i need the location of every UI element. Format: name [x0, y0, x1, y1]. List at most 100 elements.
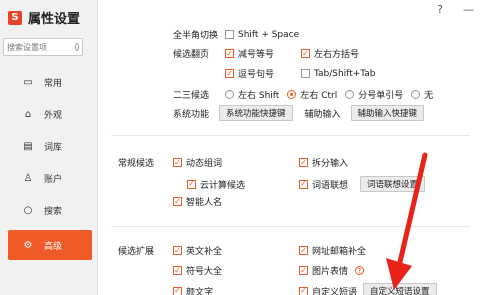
expand-image-emoji[interactable]: ✓ 图片表情 ? [299, 264, 365, 277]
sidebar-item-account[interactable]: ♙ 账户 [0, 162, 98, 194]
sidebar-nav: ▭ 常用 ⌂ 外观 ▤ 词库 ♙ 账户 ○ 搜索 ⚙ 高级 [0, 66, 98, 260]
checkbox-checked[interactable]: ✓ [173, 246, 182, 255]
regular-row-1: ✓ 动态组词 ✓ 拆分输入 [173, 156, 362, 169]
page-opt-comma-period[interactable]: ✓ 逗号句号 [225, 67, 287, 80]
sidebar-item-search[interactable]: ○ 搜索 [0, 194, 98, 226]
checkbox-checked[interactable]: ✓ [301, 49, 310, 58]
regular-word-association[interactable]: ✓ 词语联想 [299, 178, 348, 191]
regular-row-3: ✓ 智能人名 [173, 195, 236, 208]
regular-split-input[interactable]: ✓ 拆分输入 [299, 156, 348, 169]
regular-cloud-candidate[interactable]: ✓ 云计算候选 [187, 178, 285, 191]
checkbox-checked[interactable]: ✓ [299, 286, 308, 295]
checkbox-checked[interactable]: ✓ [299, 158, 308, 167]
expand-row-1: ✓ 英文补全 ✓ 网址邮箱补全 [173, 244, 380, 257]
fullhalf-option[interactable]: Shift + Space [225, 30, 299, 40]
page-opt-tab[interactable]: Tab/Shift+Tab [301, 69, 376, 79]
second-cand-row: 二三候选 左右 Shift 左右 Ctrl 分号单引号 无 [173, 88, 447, 101]
second-cand-label: 二三候选 [173, 91, 210, 101]
second-opt-semicolon[interactable]: 分号单引号 [345, 88, 403, 101]
checkbox-checked[interactable]: ✓ [299, 266, 308, 275]
checkbox-label: 自定义短语 [312, 287, 358, 295]
sidebar-item-common[interactable]: ▭ 常用 [0, 66, 98, 98]
checkbox-checked[interactable]: ✓ [299, 246, 308, 255]
expand-row-3: ✓ 颜文字 ✓ 自定义短语 自定义短语设置 [173, 283, 437, 295]
settings-content: 全半角切换 Shift + Space 候选翻页 ✓ 减号等号 ✓ 左右方括号 … [99, 0, 480, 295]
sogou-logo-icon: S [8, 10, 22, 25]
book-icon: ▤ [23, 140, 33, 152]
page-turn-row: 候选翻页 ✓ 减号等号 ✓ 左右方括号 [173, 47, 373, 60]
sysfunc-label: 系统功能 [173, 109, 210, 120]
second-opt-none[interactable]: 无 [411, 88, 433, 101]
expand-url-email-completion[interactable]: ✓ 网址邮箱补全 [299, 244, 366, 257]
checkbox-label: 智能人名 [186, 198, 223, 208]
sidebar: S 属性设置 ▭ 常用 ⌂ 外观 ▤ 词库 ♙ 账户 ○ 搜索 ⚙ 高级 [0, 0, 98, 295]
checkbox-checked[interactable]: ✓ [299, 179, 308, 189]
radio-label: 无 [424, 91, 434, 101]
checkbox-checked[interactable]: ✓ [225, 69, 234, 78]
aux-shortcut-button[interactable]: 辅助输入快捷键 [350, 105, 425, 121]
sidebar-item-label: 搜索 [44, 206, 63, 217]
radio-label: 左右 Ctrl [300, 91, 338, 101]
checkbox-label: Shift + Space [238, 29, 300, 40]
checkbox-checked[interactable]: ✓ [173, 286, 182, 295]
regular-dynamic-phrase[interactable]: ✓ 动态组词 [173, 156, 285, 169]
radio-label: 左右 Shift [238, 91, 280, 101]
app-title: 属性设置 [28, 12, 81, 27]
expand-row-2: ✓ 符号大全 ✓ 图片表情 ? [173, 264, 378, 277]
page-opt-minus-equal[interactable]: ✓ 减号等号 [225, 47, 287, 60]
aux-label: 辅助输入 [304, 109, 341, 120]
checkbox-label: 左右方括号 [314, 50, 360, 60]
sidebar-item-advanced[interactable]: ⚙ 高级 [8, 230, 92, 260]
expand-custom-phrase[interactable]: ✓ 自定义短语 [299, 285, 357, 295]
page-opt-brackets[interactable]: ✓ 左右方括号 [301, 47, 359, 60]
checkbox-checked[interactable]: ✓ [173, 266, 182, 275]
checkbox[interactable] [225, 30, 234, 39]
search-input[interactable] [7, 42, 75, 52]
word-association-settings-button[interactable]: 词语联想设置 [360, 176, 426, 192]
shortcut-row: 系统功能 系统功能快捷键 辅助输入 辅助输入快捷键 [173, 105, 425, 121]
radio[interactable] [411, 90, 421, 99]
checkbox-label: 减号等号 [238, 50, 275, 60]
regular-row-2: ✓ 云计算候选 ✓ 词语联想 词语联想设置 [187, 176, 426, 192]
app-header: S 属性设置 [8, 8, 80, 27]
checkbox-label: 英文补全 [186, 247, 223, 257]
shirt-icon: ⌂ [24, 108, 32, 120]
custom-phrase-settings-button[interactable]: 自定义短语设置 [363, 283, 437, 295]
gear-icon: ⚙ [23, 239, 33, 251]
fullhalf-row: 全半角切换 Shift + Space [173, 28, 313, 42]
divider [111, 135, 470, 136]
checkbox-checked[interactable]: ✓ [225, 49, 234, 58]
sidebar-item-label: 词库 [44, 142, 63, 153]
search-box[interactable] [3, 38, 83, 56]
search-icon[interactable] [75, 43, 79, 51]
checkbox-label: 词语联想 [312, 180, 349, 191]
expand-kaomoji[interactable]: ✓ 颜文字 [173, 285, 285, 295]
divider [111, 226, 470, 227]
expand-english-completion[interactable]: ✓ 英文补全 [173, 244, 285, 257]
checkbox-label: 颜文字 [186, 287, 214, 295]
checkbox-label: 逗号句号 [238, 70, 275, 80]
radio[interactable] [225, 90, 234, 99]
sysfunc-shortcut-button[interactable]: 系统功能快捷键 [219, 105, 293, 121]
radio[interactable] [345, 90, 355, 99]
expand-section-title: 候选扩展 [118, 247, 155, 257]
sidebar-item-appearance[interactable]: ⌂ 外观 [0, 98, 98, 130]
monitor-icon: ▭ [23, 76, 33, 88]
help-icon[interactable]: ? [355, 266, 365, 275]
checkbox-checked[interactable]: ✓ [187, 179, 196, 189]
checkbox-label: Tab/Shift+Tab [314, 68, 376, 79]
checkbox[interactable] [301, 69, 310, 78]
sidebar-item-dictionary[interactable]: ▤ 词库 [0, 130, 98, 162]
sidebar-item-label: 高级 [44, 241, 63, 252]
checkbox-checked[interactable]: ✓ [173, 158, 182, 167]
expand-symbols[interactable]: ✓ 符号大全 [173, 264, 285, 277]
sidebar-item-label: 常用 [44, 78, 63, 89]
regular-section-title: 常规候选 [118, 159, 155, 169]
regular-smart-names[interactable]: ✓ 智能人名 [173, 195, 222, 208]
second-opt-ctrl[interactable]: 左右 Ctrl [287, 88, 337, 101]
radio-selected[interactable] [287, 90, 297, 99]
checkbox-label: 动态组词 [186, 159, 223, 169]
checkbox-checked[interactable]: ✓ [173, 197, 182, 206]
second-opt-shift[interactable]: 左右 Shift [225, 88, 279, 101]
checkbox-label: 云计算候选 [200, 180, 246, 191]
